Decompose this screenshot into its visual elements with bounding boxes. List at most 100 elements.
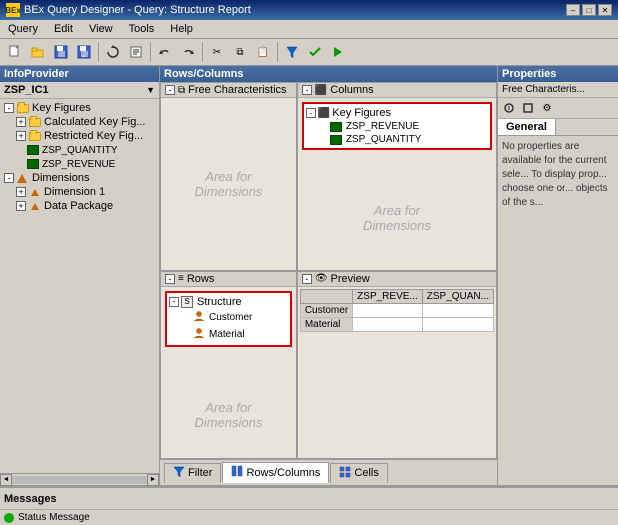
prop-tool-2[interactable] [519, 99, 537, 117]
kf-quantity-icon [26, 144, 40, 156]
properties-toolbar: ⚙ [498, 98, 618, 119]
minimize-button[interactable]: – [566, 4, 580, 16]
calc-kf-expander[interactable]: + [16, 117, 26, 127]
menu-bar: Query Edit View Tools Help [0, 20, 618, 39]
scroll-left-btn[interactable]: ◄ [0, 474, 12, 486]
kf-revenue-icon [26, 158, 40, 170]
struct-expand[interactable]: - [169, 297, 179, 307]
filter-tab[interactable]: Filter [164, 463, 221, 483]
rows-label: Rows [187, 273, 215, 285]
dimension1-label: Dimension 1 [44, 186, 105, 198]
open-button[interactable] [27, 41, 49, 63]
cells-tab[interactable]: Cells [330, 463, 387, 483]
status-indicator [4, 513, 14, 523]
undo-button[interactable] [154, 41, 176, 63]
preview-icon: 👁 [315, 273, 328, 284]
preview-customer-qty [422, 303, 493, 317]
menu-view[interactable]: View [85, 22, 117, 36]
columns-icon: ⬛ [315, 85, 327, 96]
scroll-right-btn[interactable]: ► [147, 474, 159, 486]
datasource-row[interactable]: ZSP_IC1 ▼ [0, 82, 159, 99]
data-package-item[interactable]: + Data Package [14, 199, 157, 213]
free-char-expand[interactable]: - [165, 85, 175, 95]
messages-label: Messages [4, 493, 57, 505]
rows-expand[interactable]: - [165, 274, 175, 284]
restricted-kf-expander[interactable]: + [16, 131, 26, 141]
properties-subtitle: Free Characteris... [498, 82, 618, 98]
dim1-expander[interactable]: + [16, 187, 26, 197]
svg-text:+: + [83, 54, 86, 59]
save-as-button[interactable]: + [73, 41, 95, 63]
calc-key-figures-item[interactable]: + Calculated Key Fig... [14, 115, 157, 129]
check-button[interactable] [304, 41, 326, 63]
close-button[interactable]: ✕ [598, 4, 612, 16]
dimensions-group[interactable]: - Dimensions [2, 171, 157, 185]
info-provider-header: InfoProvider [0, 66, 159, 82]
zsp-quantity-item[interactable]: ZSP_QUANTITY [14, 143, 157, 157]
kf-box-icon: ⬛ [318, 108, 330, 119]
status-text: Status Message [18, 512, 90, 523]
maximize-button[interactable]: □ [582, 4, 596, 16]
toolbar: + ✂ ⧉ 📋 [0, 39, 618, 66]
structure-box: - S Structure Customer [165, 291, 292, 347]
zsp-revenue-col-item[interactable]: ZSP_REVENUE [318, 120, 488, 133]
filter-button[interactable] [281, 41, 303, 63]
data-pkg-expander[interactable]: + [16, 201, 26, 211]
dimensions-expander[interactable]: - [4, 173, 14, 183]
cells-tab-icon [339, 466, 351, 481]
columns-expand[interactable]: - [302, 85, 312, 95]
paste-button[interactable]: 📋 [252, 41, 274, 63]
copy-button[interactable]: ⧉ [229, 41, 251, 63]
restricted-key-figures-item[interactable]: + Restricted Key Fig... [14, 129, 157, 143]
key-figures-box-label: Key Figures [332, 107, 391, 119]
zsp-revenue-item[interactable]: ZSP_REVENUE [14, 157, 157, 171]
key-figures-group[interactable]: - Key Figures [2, 101, 157, 115]
preview-row-customer: Customer [300, 303, 493, 317]
material-label: Material [209, 329, 245, 340]
rows-columns-tab[interactable]: Rows/Columns [222, 462, 329, 483]
messages-panel: Messages [0, 487, 618, 509]
kf-box-expand[interactable]: - [306, 108, 316, 118]
cells-tab-label: Cells [354, 467, 378, 479]
preview-material-cell: Material [300, 317, 352, 331]
refresh-button[interactable] [102, 41, 124, 63]
material-row-item[interactable]: Material [181, 326, 288, 343]
preview-quadrant: - 👁 Preview ZSP_REVE... ZSP_QUAN... [297, 271, 497, 460]
dim1-icon [28, 186, 42, 198]
columns-body[interactable]: - ⬛ Key Figures ZSP_REVENUE ZSP_ [298, 98, 496, 270]
zsp-revenue-label: ZSP_REVENUE [42, 159, 115, 170]
free-char-label: Free Characteristics [188, 84, 286, 96]
menu-query[interactable]: Query [4, 22, 42, 36]
general-tab[interactable]: General [498, 119, 556, 135]
rows-icon: ≡ [178, 273, 184, 284]
zsp-quantity-col-label: ZSP_QUANTITY [346, 134, 422, 145]
properties-button[interactable] [125, 41, 147, 63]
key-figures-expander[interactable]: - [4, 103, 14, 113]
zsp-quantity-col-item[interactable]: ZSP_QUANTITY [318, 133, 488, 146]
menu-tools[interactable]: Tools [125, 22, 159, 36]
prop-tool-3[interactable]: ⚙ [538, 99, 556, 117]
dimension1-item[interactable]: + Dimension 1 [14, 185, 157, 199]
customer-row-item[interactable]: Customer [181, 309, 288, 326]
menu-help[interactable]: Help [166, 22, 197, 36]
prop-tool-1[interactable] [500, 99, 518, 117]
toolbar-sep-1 [98, 42, 99, 62]
title-bar: BEx BEx Query Designer - Query: Structur… [0, 0, 618, 20]
rows-watermark: Area for Dimensions [194, 400, 262, 430]
scroll-track[interactable] [12, 476, 147, 484]
menu-edit[interactable]: Edit [50, 22, 77, 36]
key-figures-box: - ⬛ Key Figures ZSP_REVENUE ZSP_ [302, 102, 492, 150]
dropdown-icon[interactable]: ▼ [146, 85, 155, 95]
cut-button[interactable]: ✂ [206, 41, 228, 63]
free-char-icon: ⧉ [178, 85, 185, 96]
save-button[interactable] [50, 41, 72, 63]
new-button[interactable] [4, 41, 26, 63]
rows-body[interactable]: - S Structure Customer [161, 287, 296, 459]
preview-customer-rev [353, 303, 423, 317]
properties-content: No properties are available for the curr… [498, 136, 618, 485]
info-provider-hscroll[interactable]: ◄ ► [0, 473, 159, 485]
execute-button[interactable] [327, 41, 349, 63]
free-char-body[interactable]: Area for Dimensions [161, 98, 296, 270]
preview-expand[interactable]: - [302, 274, 312, 284]
redo-button[interactable] [177, 41, 199, 63]
